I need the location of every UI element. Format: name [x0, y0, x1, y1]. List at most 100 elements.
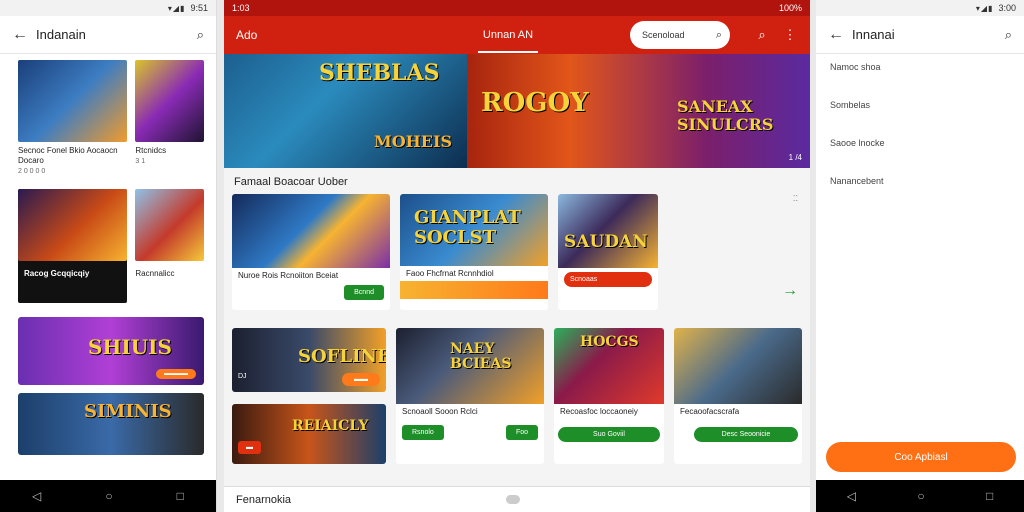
arrow-right-icon[interactable]: → [782, 282, 798, 300]
game-art [232, 194, 390, 268]
game-card[interactable]: Secnoc Fonel Bkio Aocaocn Docaro 2 0 0 0… [18, 60, 128, 175]
game-card[interactable]: Fecaoofacscrafa Desc Seoonicie [674, 328, 802, 464]
card-action-button[interactable]: ▬▬ [342, 372, 380, 386]
card-title: Nuroe Rois Rcnoiiton Bceiat [238, 271, 339, 280]
status-time: 9:51 [190, 3, 208, 13]
page-title: Innanai [852, 27, 895, 42]
nav-back-icon[interactable]: ◁ [32, 489, 41, 503]
card-footer [400, 281, 548, 299]
left-phone-screen: ▾◢▮ 9:51 ← Indanain ⌕ Secnoc Fonel Bkio … [0, 0, 217, 512]
search-box[interactable]: Scenoload ⌕ [630, 21, 730, 49]
search-icon[interactable]: ⌕ [754, 27, 770, 43]
menu-item[interactable]: Sombelas [830, 98, 1010, 136]
game-card[interactable]: Racnnalicc [135, 189, 204, 303]
nav-back-icon[interactable]: ◁ [847, 489, 856, 503]
card-action-button[interactable]: Rsnolo [402, 425, 444, 440]
back-arrow-icon[interactable]: ← [828, 26, 852, 44]
card-action-button[interactable]: Desc Seoonicie [694, 427, 798, 442]
search-icon[interactable]: ⌕ [716, 29, 722, 42]
game-card[interactable]: Racog Gcqqicqiy [18, 189, 128, 303]
status-bar: ▾◢▮ 9:51 [0, 0, 216, 16]
game-logo: HOCGS [580, 334, 639, 350]
card-subtitle: 2 0 0 0 0 [18, 168, 46, 175]
game-logo: GIANPLAT SOCLST [414, 207, 521, 248]
hero-logo: SANEAX SINULCRS [677, 97, 774, 134]
status-icons: ▾◢▮ [167, 3, 186, 13]
menu-list: Namoc shoa Sombelas Saooe lnocke Nanance… [816, 54, 1024, 218]
game-art: NAEY BCIEAS [396, 328, 544, 404]
hero-logo: ROGOY [481, 88, 589, 118]
card-title: Scnoaoll Sooon Rclci [402, 407, 478, 416]
card-subtitle: 3 1 [135, 158, 146, 165]
game-card[interactable]: Rtcnidcs 3 1 [135, 60, 204, 175]
card-action-button[interactable]: Bcnnd [344, 285, 384, 300]
search-icon[interactable]: ⌕ [1005, 27, 1012, 43]
system-navigation-bar: ◁ ○ □ [0, 480, 216, 512]
menu-item[interactable]: Saooe lnocke [830, 136, 1010, 174]
menu-item[interactable]: Nanancebent [830, 174, 1010, 212]
status-icons: ▾◢▮ [975, 3, 994, 13]
nav-home-icon[interactable]: ○ [917, 489, 924, 503]
card-action-button[interactable]: Scnoaas [564, 272, 652, 287]
card-title: Racnnalicc [135, 269, 175, 278]
game-card[interactable]: Nuroe Rois Rcnoiiton Bceiat Bcnnd [232, 194, 390, 310]
game-card[interactable]: SAUDAN Scnoaas [558, 194, 658, 310]
hero-slide-left[interactable]: SHEBLAS MOHEIS [224, 54, 467, 168]
app-bar: ← Indanain ⌕ [0, 16, 216, 54]
status-left: 1:03 [232, 3, 250, 13]
tablet-screen: 1:03 100% Ado Unnan AN Scenoload ⌕ ⌕ ⋮ S… [224, 0, 810, 512]
page-title: Indanain [36, 27, 86, 42]
game-art [18, 60, 128, 142]
card-title: Secnoc Fonel Bkio Aocaocn Docaro [18, 146, 118, 165]
menu-item[interactable]: Namoc shoa [830, 60, 1010, 98]
hero-carousel[interactable]: SHEBLAS MOHEIS ROGOY SANEAX SINULCRS 1 /… [224, 54, 810, 168]
status-time: 3:00 [998, 3, 1016, 13]
hero-logo: SHEBLAS [319, 60, 440, 86]
nav-recents-icon[interactable]: □ [177, 489, 184, 503]
game-logo: NAEY BCIEAS [450, 341, 512, 372]
hero-slide-right[interactable]: ROGOY SANEAX SINULCRS 1 /4 [467, 54, 810, 168]
game-card[interactable]: NAEY BCIEAS Scnoaoll Sooon Rclci Rsnolo … [396, 328, 544, 464]
game-card[interactable]: SOFLINE DJ ▬▬ [232, 328, 386, 392]
app-bar: Ado Unnan AN Scenoload ⌕ ⌕ ⋮ [224, 16, 810, 54]
card-title: Recoasfoc loccaoneiy [560, 407, 638, 416]
card-title: Faoo Fhcfrnat Rcnnhdiol [406, 269, 494, 278]
banner-logo: SHIUIS [88, 335, 172, 359]
tab-main[interactable]: Unnan AN [386, 29, 630, 53]
right-phone-screen: ▾◢▮ 3:00 ← Innanai ⌕ Namoc shoa Sombelas… [816, 0, 1024, 512]
card-action-button[interactable]: Foo [505, 425, 538, 440]
game-card[interactable]: GIANPLAT SOCLST Faoo Fhcfrnat Rcnnhdiol [400, 194, 548, 310]
banner-button[interactable]: ▬▬▬▬ [156, 369, 196, 379]
scroll-handle[interactable] [506, 495, 520, 504]
section-title: Famaal Boacoar Uober [234, 176, 348, 188]
card-title: Racog Gcqqicqiy [24, 269, 90, 278]
overflow-menu-icon[interactable]: ⋮ [782, 27, 798, 43]
promo-banner[interactable]: SIMINIS [18, 393, 204, 455]
game-art [674, 328, 802, 404]
primary-cta-button[interactable]: Coo Apbiasl [826, 442, 1016, 472]
game-card[interactable]: HOCGS Recoasfoc loccaoneiy Suo Goviil [554, 328, 664, 464]
nav-recents-icon[interactable]: □ [986, 489, 993, 503]
game-card[interactable]: REIAICLY ▬ [232, 403, 386, 464]
status-right: 100% [778, 3, 802, 13]
card-tag: DJ [238, 372, 247, 380]
card-action-button[interactable]: ▬ [238, 441, 261, 454]
search-icon[interactable]: ⌕ [197, 27, 204, 43]
system-navigation-bar: ◁ ○ □ [816, 480, 1024, 512]
app-bar: ← Innanai ⌕ [816, 16, 1024, 54]
more-dots-icon[interactable]: ⁚⁚ [793, 194, 798, 203]
back-arrow-icon[interactable]: ← [12, 26, 36, 44]
game-art [18, 189, 128, 261]
game-art [135, 60, 204, 142]
bottom-section-title: Fenarnokia [236, 493, 292, 506]
game-logo: SAUDAN [564, 232, 648, 252]
status-bar: 1:03 100% [224, 0, 810, 16]
search-input[interactable]: Scenoload [642, 30, 685, 40]
card-action-button[interactable]: Suo Goviil [558, 427, 660, 442]
game-logo: SOFLINE [298, 346, 386, 367]
nav-home-icon[interactable]: ○ [105, 489, 112, 503]
game-art [135, 189, 204, 261]
card-title: Rtcnidcs [135, 146, 167, 155]
promo-banner[interactable]: SHIUIS ▬▬▬▬ [18, 317, 204, 385]
game-art: SAUDAN [558, 194, 658, 268]
